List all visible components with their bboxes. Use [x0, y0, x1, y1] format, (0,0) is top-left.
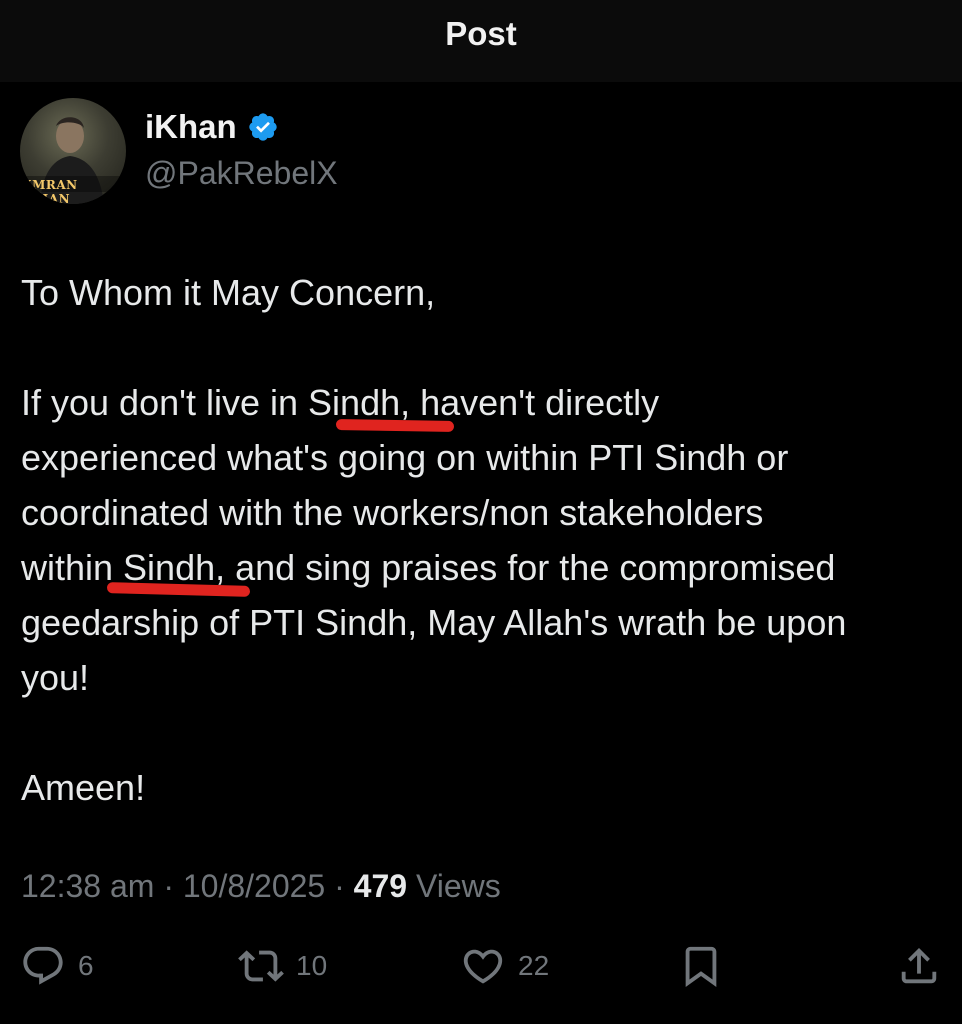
bookmark-icon [685, 946, 717, 987]
author-handle[interactable]: @PakRebelX [145, 155, 338, 192]
verified-badge-icon [249, 113, 277, 141]
meta-separator: · [163, 868, 174, 904]
reply-count: 6 [78, 950, 94, 981]
top-bar: Post [0, 0, 962, 82]
heart-icon [463, 949, 503, 984]
post-date: 10/8/2025 [182, 868, 326, 904]
post-greeting: To Whom it May Concern, [21, 272, 436, 313]
repost-count: 10 [296, 950, 328, 981]
annotation-underline [335, 418, 455, 433]
post-meta: 12:38 am · 10/8/2025 · 479 Views [21, 868, 501, 905]
action-bar: 6 10 22 [0, 938, 962, 994]
like-button[interactable]: 22 [460, 938, 549, 994]
post-line: coordinated with the workers/non stakeho… [21, 492, 764, 533]
views-count[interactable]: 479 [354, 868, 407, 904]
avatar-caption: IMRAN KHAN [26, 178, 78, 204]
post-line: you! [21, 657, 90, 698]
like-count: 22 [518, 950, 550, 981]
post-line: If you don't live in Sindh, haven't dire… [21, 382, 660, 423]
post-line: experienced what's going on within PTI S… [21, 437, 789, 478]
post-time: 12:38 am [21, 868, 155, 904]
bookmark-button[interactable] [678, 938, 724, 994]
views-label[interactable]: Views [416, 868, 501, 904]
reply-icon [23, 946, 63, 985]
share-icon [901, 947, 937, 984]
share-button[interactable] [896, 938, 942, 994]
page-title: Post [445, 15, 517, 52]
post-closing: Ameen! [21, 767, 146, 808]
post-body: To Whom it May Concern, If you don't liv… [21, 265, 951, 815]
avatar[interactable]: IMRAN KHAN [20, 98, 126, 204]
post-line: geedarship of PTI Sindh, May Allah's wra… [21, 602, 847, 643]
reply-button[interactable]: 6 [20, 938, 94, 994]
repost-button[interactable]: 10 [238, 938, 327, 994]
author-name-row[interactable]: iKhan [145, 108, 279, 146]
meta-separator: · [334, 868, 345, 904]
author-display-name[interactable]: iKhan [145, 108, 237, 146]
repost-icon [238, 950, 284, 982]
